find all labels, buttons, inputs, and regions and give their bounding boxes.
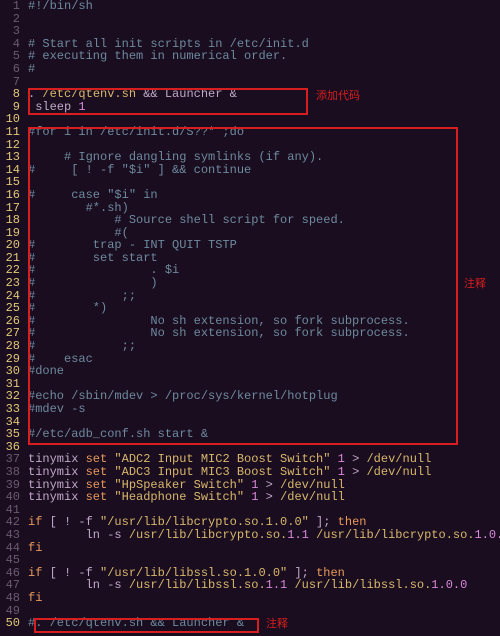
code-line[interactable]: # ;;: [28, 340, 500, 353]
line-number: 25: [0, 302, 20, 315]
code-line[interactable]: #. /etc/qtenv.sh && Launcher &: [28, 617, 500, 630]
line-number: 3: [0, 25, 20, 38]
line-gutter: 1234567891011121314151617181920212223242…: [0, 0, 28, 630]
code-line[interactable]: tinymix set "Headphone Switch" 1 > /dev/…: [28, 491, 500, 504]
code-line[interactable]: ln -s /usr/lib/libssl.so.1.1 /usr/lib/li…: [28, 579, 500, 592]
line-number: 40: [0, 491, 20, 504]
code-line[interactable]: [28, 13, 500, 26]
line-number: 1: [0, 0, 20, 13]
code-line[interactable]: #echo /sbin/mdev > /proc/sys/kernel/hotp…: [28, 390, 500, 403]
line-number: 23: [0, 277, 20, 290]
line-number: 16: [0, 189, 20, 202]
code-line[interactable]: #done: [28, 365, 500, 378]
code-line[interactable]: #/etc/adb_conf.sh start &: [28, 428, 500, 441]
line-number: 45: [0, 554, 20, 567]
line-number: 35: [0, 428, 20, 441]
line-number: 8: [0, 88, 20, 101]
code-line[interactable]: # [ ! -f "$i" ] && continue: [28, 164, 500, 177]
line-number: 20: [0, 239, 20, 252]
line-number: 50: [0, 617, 20, 630]
line-number: 43: [0, 529, 20, 542]
line-number: 33: [0, 403, 20, 416]
line-number: 13: [0, 151, 20, 164]
line-number: 48: [0, 592, 20, 605]
line-number: 28: [0, 340, 20, 353]
code-line[interactable]: . /etc/qtenv.sh && Launcher &: [28, 88, 500, 101]
line-number: 6: [0, 63, 20, 76]
code-line[interactable]: sleep 1: [28, 101, 500, 114]
line-number: 18: [0, 214, 20, 227]
code-line[interactable]: #: [28, 63, 500, 76]
code-line[interactable]: # esac: [28, 353, 500, 366]
code-line[interactable]: fi: [28, 592, 500, 605]
code-editor[interactable]: 1234567891011121314151617181920212223242…: [0, 0, 500, 630]
code-line[interactable]: #!/bin/sh: [28, 0, 500, 13]
code-line[interactable]: fi: [28, 542, 500, 555]
code-line[interactable]: #mdev -s: [28, 403, 500, 416]
line-number: 38: [0, 466, 20, 479]
code-line[interactable]: #for i in /etc/init.d/S??* ;do: [28, 126, 500, 139]
line-number: 30: [0, 365, 20, 378]
code-area[interactable]: #!/bin/sh # Start all init scripts in /e…: [28, 0, 500, 630]
code-line[interactable]: # executing them in numerical order.: [28, 50, 500, 63]
line-number: 11: [0, 126, 20, 139]
code-line[interactable]: ln -s /usr/lib/libcrypto.so.1.1 /usr/lib…: [28, 529, 500, 542]
